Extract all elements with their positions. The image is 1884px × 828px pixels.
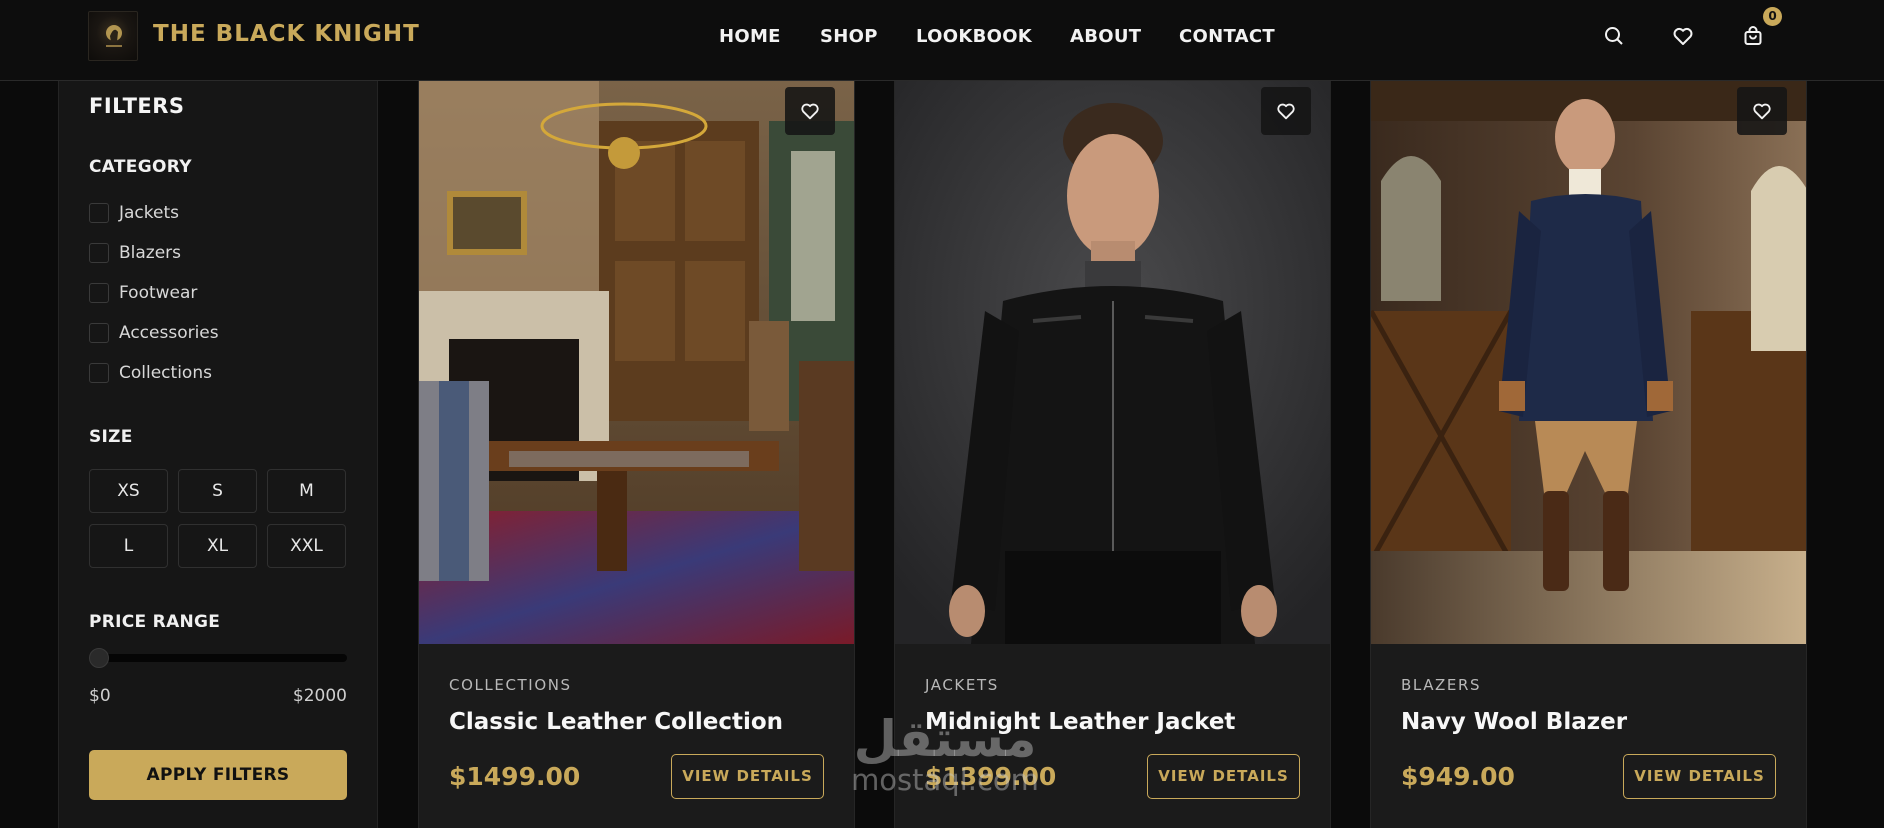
product-card[interactable]: JACKETS Midnight Leather Jacket $1399.00… — [894, 81, 1331, 828]
product-price: $1399.00 — [925, 762, 1057, 791]
shopping-bag-icon[interactable] — [1741, 24, 1765, 48]
category-heading: CATEGORY — [89, 157, 192, 177]
view-details-button[interactable]: VIEW DETAILS — [671, 754, 824, 799]
category-filter-collections[interactable]: Collections — [89, 362, 212, 384]
product-name[interactable]: Classic Leather Collection — [449, 709, 783, 735]
product-card[interactable]: BLAZERS Navy Wool Blazer $949.00 VIEW DE… — [1370, 81, 1807, 828]
product-category: JACKETS — [925, 676, 999, 694]
category-label: Accessories — [119, 323, 219, 343]
size-button-s[interactable]: S — [178, 469, 257, 513]
category-label: Footwear — [119, 283, 198, 303]
category-label: Jackets — [119, 203, 179, 223]
size-button-xxl[interactable]: XXL — [267, 524, 346, 568]
filters-sidebar: FILTERS CATEGORY Jackets Blazers Footwea… — [58, 81, 378, 828]
category-filter-footwear[interactable]: Footwear — [89, 282, 197, 304]
category-filter-accessories[interactable]: Accessories — [89, 322, 219, 344]
brand-logo[interactable] — [88, 11, 138, 61]
product-image-showroom[interactable] — [419, 81, 854, 644]
product-price: $1499.00 — [449, 762, 581, 791]
checkbox[interactable] — [89, 283, 109, 303]
product-name[interactable]: Midnight Leather Jacket — [925, 709, 1235, 735]
product-card[interactable]: COLLECTIONS Classic Leather Collection $… — [418, 81, 855, 828]
nav-shop[interactable]: SHOP — [820, 26, 878, 47]
size-button-xl[interactable]: XL — [178, 524, 257, 568]
view-details-button[interactable]: VIEW DETAILS — [1623, 754, 1776, 799]
size-button-xs[interactable]: XS — [89, 469, 168, 513]
nav-about[interactable]: ABOUT — [1070, 26, 1141, 47]
search-icon[interactable] — [1602, 24, 1626, 48]
category-label: Collections — [119, 363, 212, 383]
size-button-m[interactable]: M — [267, 469, 346, 513]
checkbox[interactable] — [89, 243, 109, 263]
checkbox[interactable] — [89, 203, 109, 223]
apply-filters-button[interactable]: APPLY FILTERS — [89, 750, 347, 800]
heart-icon — [1277, 103, 1295, 120]
price-slider-thumb[interactable] — [89, 648, 109, 668]
nav-lookbook[interactable]: LOOKBOOK — [916, 26, 1032, 47]
size-heading: SIZE — [89, 427, 133, 447]
knight-icon — [106, 25, 122, 47]
checkbox[interactable] — [89, 363, 109, 383]
heart-icon — [801, 103, 819, 120]
product-image-leather-jacket[interactable] — [895, 81, 1330, 644]
filters-title: FILTERS — [89, 94, 185, 118]
product-category: COLLECTIONS — [449, 676, 572, 694]
price-range-heading: PRICE RANGE — [89, 612, 221, 632]
checkbox[interactable] — [89, 323, 109, 343]
price-min-label: $0 — [89, 686, 111, 706]
brand-name[interactable]: THE BLACK KNIGHT — [153, 21, 420, 47]
nav-contact[interactable]: CONTACT — [1179, 26, 1275, 47]
view-details-button[interactable]: VIEW DETAILS — [1147, 754, 1300, 799]
category-filter-jackets[interactable]: Jackets — [89, 202, 179, 224]
product-image-navy-blazer[interactable] — [1371, 81, 1806, 644]
size-button-l[interactable]: L — [89, 524, 168, 568]
category-filter-blazers[interactable]: Blazers — [89, 242, 181, 264]
heart-icon — [1753, 103, 1771, 120]
price-slider-track[interactable] — [89, 654, 347, 662]
heart-icon[interactable] — [1671, 24, 1695, 48]
price-max-label: $2000 — [292, 686, 347, 706]
wishlist-button[interactable] — [785, 87, 835, 135]
product-name[interactable]: Navy Wool Blazer — [1401, 709, 1627, 735]
product-price: $949.00 — [1401, 762, 1515, 791]
product-category: BLAZERS — [1401, 676, 1482, 694]
nav-home[interactable]: HOME — [719, 26, 781, 47]
wishlist-button[interactable] — [1737, 87, 1787, 135]
cart-count-badge: 0 — [1763, 7, 1782, 26]
category-label: Blazers — [119, 243, 182, 263]
site-header: THE BLACK KNIGHT HOME SHOP LOOKBOOK ABOU… — [0, 0, 1884, 81]
wishlist-button[interactable] — [1261, 87, 1311, 135]
